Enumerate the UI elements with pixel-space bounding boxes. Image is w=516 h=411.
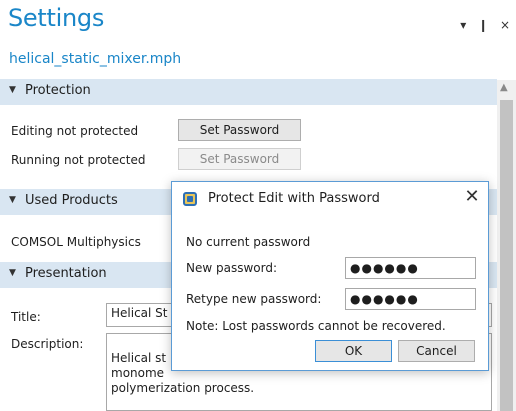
description-label: Description: xyxy=(11,337,84,351)
scroll-up-icon[interactable]: ▲ xyxy=(500,82,508,93)
protect-edit-dialog: Protect Edit with Password ✕ No current … xyxy=(171,181,489,371)
new-password-label: New password: xyxy=(186,261,278,275)
scrollbar-thumb[interactable] xyxy=(500,100,513,411)
shield-lock-icon xyxy=(183,192,197,206)
product-item: COMSOL Multiphysics xyxy=(11,235,141,249)
section-used-products-label: Used Products xyxy=(25,193,118,208)
section-protection-label: Protection xyxy=(25,83,91,98)
new-password-value: ●●●●●● xyxy=(350,261,419,275)
set-password-running-button: Set Password xyxy=(178,148,301,170)
new-password-field[interactable]: ●●●●●● xyxy=(345,257,476,279)
cancel-button[interactable]: Cancel xyxy=(398,340,475,362)
section-protection[interactable]: ▼ Protection xyxy=(0,79,497,105)
collapse-icon: ▼ xyxy=(9,268,16,278)
ok-button[interactable]: OK xyxy=(315,340,392,362)
collapse-icon: ▼ xyxy=(9,85,16,95)
title-label: Title: xyxy=(11,310,41,324)
collapse-icon: ▼ xyxy=(9,195,16,205)
file-name: helical_static_mixer.mph xyxy=(9,51,182,67)
retype-password-field[interactable]: ●●●●●● xyxy=(345,288,476,310)
retype-password-value: ●●●●●● xyxy=(350,292,419,306)
running-status: Running not protected xyxy=(11,153,146,167)
panel-title: Settings xyxy=(8,4,105,32)
password-note: Note: Lost passwords cannot be recovered… xyxy=(186,319,446,333)
pane-window-controls[interactable]: ▾ ❙ × xyxy=(460,18,514,32)
title-input-value: Helical St xyxy=(111,306,168,320)
editing-status: Editing not protected xyxy=(11,124,139,138)
section-presentation-label: Presentation xyxy=(25,266,107,281)
close-icon[interactable]: ✕ xyxy=(459,186,485,210)
retype-password-label: Retype new password: xyxy=(186,292,322,306)
set-password-button[interactable]: Set Password xyxy=(178,119,301,141)
no-current-password: No current password xyxy=(186,235,311,249)
dialog-title: Protect Edit with Password xyxy=(208,191,380,206)
